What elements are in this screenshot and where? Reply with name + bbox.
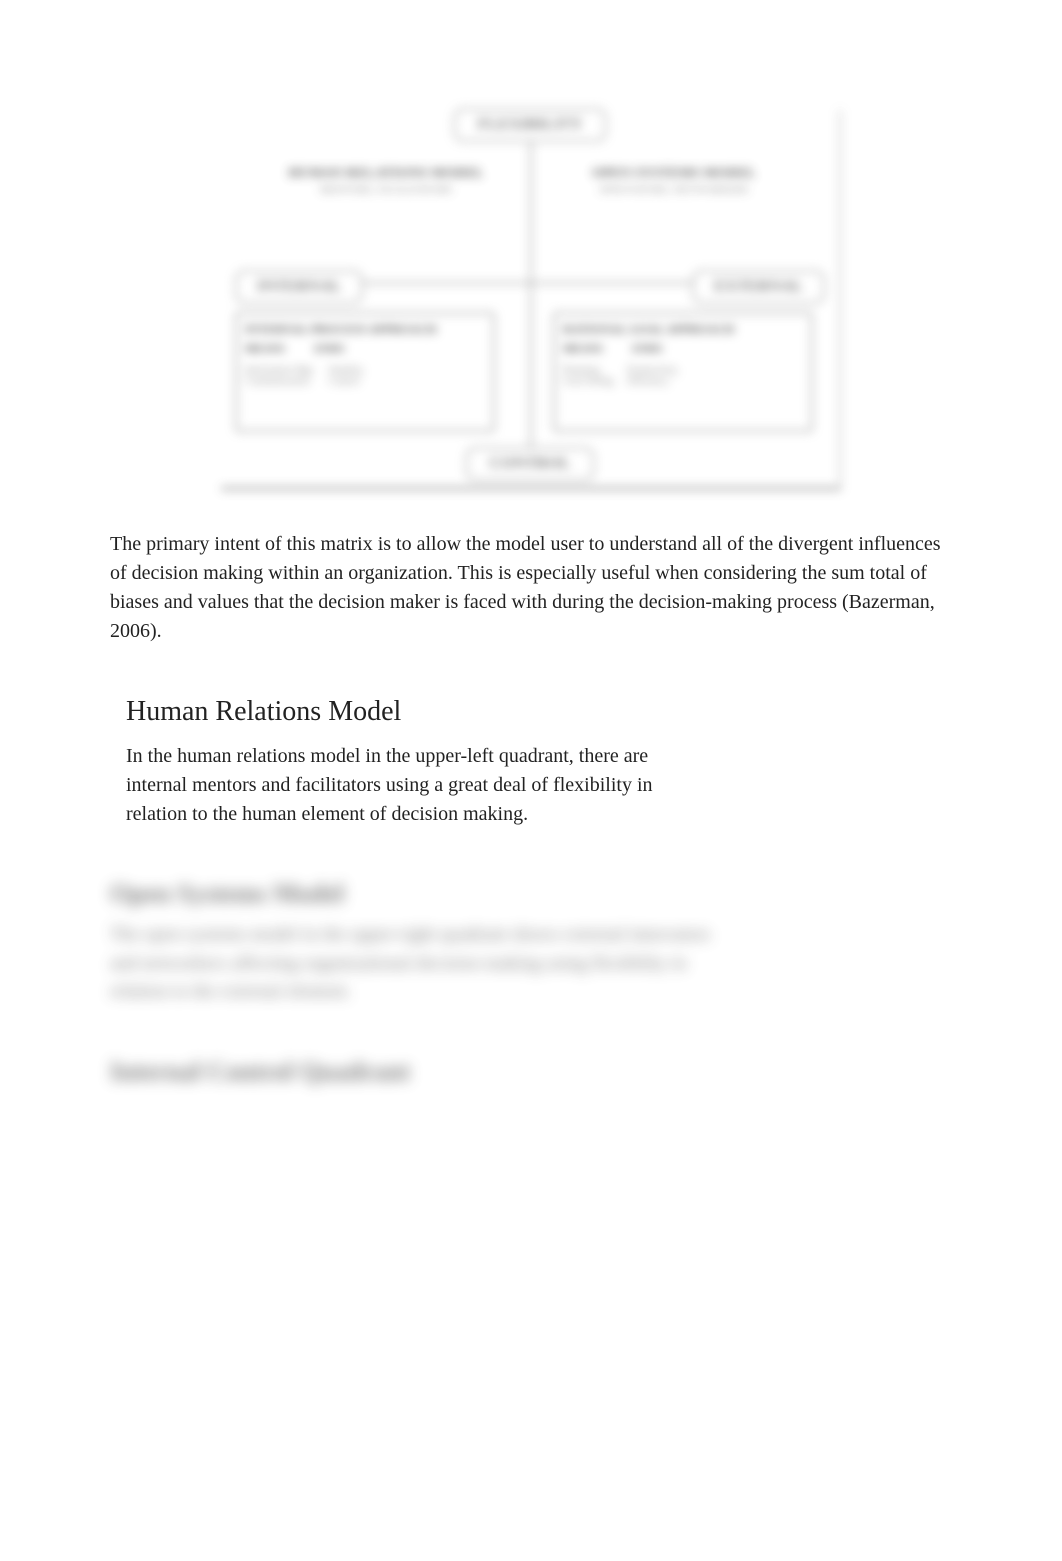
section-body-hrm: In the human relations model in the uppe… xyxy=(126,742,686,829)
section-body-osm: The open systems model in the upper-righ… xyxy=(110,921,730,1007)
quadrant-bottom-right-box: RATIONAL GOAL APPROACH MEANS ENDS Planni… xyxy=(553,312,813,432)
box-title: RATIONAL GOAL APPROACH xyxy=(563,322,803,337)
col-label: MEANS xyxy=(245,343,285,355)
quadrant-top-left-title: HUMAN RELATIONS MODEL MENTORS, FACILITAT… xyxy=(271,166,501,196)
quadrant-title-text: OPEN SYSTEMS MODEL xyxy=(592,166,756,181)
blurred-locked-content: Open Systems Model The open systems mode… xyxy=(110,879,952,1087)
section-title-osm: Open Systems Model xyxy=(110,879,952,909)
col-label: ENDS xyxy=(633,343,662,355)
quadrant-diagram: FLEXIBILITY CONTROL INTERNAL EXTERNAL HU… xyxy=(221,100,841,500)
box-cell: Productivity, Efficiency xyxy=(627,365,678,387)
quadrant-title-text: HUMAN RELATIONS MODEL xyxy=(288,166,484,181)
box-cell: Stability, Control xyxy=(328,365,364,387)
box-cell: Planning, Goal Setting xyxy=(563,365,613,387)
section-title-icq: Internal Control Quadrant xyxy=(110,1057,952,1087)
col-label: ENDS xyxy=(315,343,344,355)
axis-bottom-label: CONTROL xyxy=(466,447,595,481)
quadrant-top-right-title: OPEN SYSTEMS MODEL INNOVATORS, NETWORKER… xyxy=(559,166,789,196)
box-cell: Information Mgt, Communication xyxy=(245,365,314,387)
axis-right-label: EXTERNAL xyxy=(692,270,825,304)
section-title-hrm: Human Relations Model xyxy=(126,696,952,728)
box-title: INTERNAL PROCESS APPROACH xyxy=(245,322,485,337)
col-label: MEANS xyxy=(563,343,603,355)
quadrant-bottom-left-box: INTERNAL PROCESS APPROACH MEANS ENDS Inf… xyxy=(235,312,495,432)
quadrant-subtitle-text: INNOVATORS, NETWORKERS xyxy=(559,184,789,196)
horizontal-axis-line xyxy=(361,282,699,284)
axis-top-label: FLEXIBILITY xyxy=(454,108,607,142)
axis-left-label: INTERNAL xyxy=(235,270,363,304)
vertical-axis-line xyxy=(530,130,532,447)
quadrant-subtitle-text: MENTORS, FACILITATORS xyxy=(271,184,501,196)
intro-paragraph: The primary intent of this matrix is to … xyxy=(110,530,952,646)
